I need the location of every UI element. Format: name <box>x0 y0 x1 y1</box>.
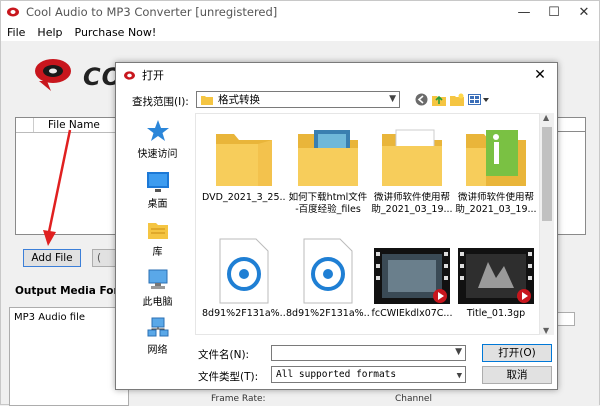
checkbox-column-header <box>16 118 34 132</box>
title-bar: Cool Audio to MP3 Converter [unregistere… <box>1 1 599 23</box>
audio-file-icon <box>303 238 353 304</box>
up-folder-button[interactable] <box>431 92 447 107</box>
close-button[interactable]: ✕ <box>569 1 599 23</box>
scrollbar-thumb[interactable] <box>542 127 552 221</box>
look-in-combo[interactable]: 格式转换 ▼ <box>196 91 400 108</box>
file-name: Title_01.3gp <box>466 308 526 319</box>
frame-rate-label: Frame Rate: <box>211 394 266 404</box>
new-folder-button[interactable] <box>449 92 465 107</box>
chevron-down-icon: ▼ <box>456 371 462 381</box>
chevron-down-icon[interactable]: ▼ <box>455 347 462 357</box>
file-name: 8d91%2F131a%... <box>202 308 286 319</box>
star-icon <box>146 120 169 141</box>
place-library[interactable]: 库 <box>120 219 195 258</box>
scroll-up-icon[interactable]: ▲ <box>543 113 549 122</box>
filename-label: 文件名(N): <box>198 349 250 361</box>
place-label: 网络 <box>147 345 168 356</box>
places-bar: 快速访问 桌面 库 此电脑 网络 <box>120 113 195 385</box>
place-label: 桌面 <box>147 199 168 210</box>
folder-icon <box>382 129 442 186</box>
filename-input[interactable]: ▼ <box>271 345 466 361</box>
chevron-down-icon: ▼ <box>389 94 396 104</box>
look-in-label: 查找范围(I): <box>132 96 189 108</box>
add-file-button[interactable]: Add File <box>23 249 81 267</box>
place-label: 库 <box>152 247 163 258</box>
minimize-icon: — <box>517 4 531 20</box>
scroll-down-icon[interactable]: ▼ <box>543 326 549 335</box>
selected-format[interactable]: MP3 Audio file <box>10 308 128 327</box>
open-button[interactable]: 打开(O) <box>482 344 552 362</box>
maximize-icon: ☐ <box>548 4 560 20</box>
open-dialog: 打开 ✕ 查找范围(I): 格式转换 ▼ 快速访问 桌面 库 此电脑 网络 DV… <box>115 62 558 390</box>
menu-file[interactable]: File <box>1 26 31 39</box>
file-name-line1: 微讲师软件使用帮 <box>373 192 450 203</box>
video-file-icon <box>374 248 450 304</box>
place-desktop[interactable]: 桌面 <box>120 171 195 210</box>
view-menu-button[interactable] <box>467 92 491 107</box>
file-item[interactable]: DVD_2021_3_25... <box>202 118 286 204</box>
file-item[interactable]: Title_01.3gp <box>454 234 538 320</box>
file-item[interactable]: 8d91%2F131a%... <box>286 234 370 320</box>
folder-icon <box>201 95 213 105</box>
close-icon: ✕ <box>534 67 546 83</box>
place-label: 此电脑 <box>142 297 173 308</box>
new-folder-icon <box>450 93 464 106</box>
menu-bar: File Help Purchase Now! <box>1 23 599 41</box>
dialog-close-button[interactable]: ✕ <box>523 63 557 87</box>
app-logo-icon <box>7 7 19 17</box>
file-item[interactable]: 如何下载html文件 -百度经验_files <box>286 118 370 216</box>
channel-label: Channel <box>395 394 432 404</box>
place-quick-access[interactable]: 快速访问 <box>120 119 195 160</box>
minimize-button[interactable]: — <box>509 1 539 23</box>
up-folder-icon <box>432 95 446 106</box>
window-title: Cool Audio to MP3 Converter [unregistere… <box>26 5 278 19</box>
file-name: fcCWIEkdlx07C... <box>371 308 453 319</box>
place-network[interactable]: 网络 <box>120 317 195 356</box>
folder-icon <box>298 130 358 186</box>
folder-icon <box>216 134 272 186</box>
file-item[interactable]: 微讲师软件使用帮 助_2021_03_19... <box>370 118 454 216</box>
place-label: 快速访问 <box>137 149 178 160</box>
file-view[interactable]: DVD_2021_3_25... 如何下载html文件 -百度经验_files … <box>195 113 540 335</box>
filetype-select[interactable]: All supported formats ▼ <box>271 366 466 383</box>
app-logo-icon <box>124 70 135 80</box>
right-column-header <box>556 117 586 132</box>
desktop-icon <box>146 172 169 192</box>
file-name-line1: 微讲师软件使用帮 <box>457 192 534 203</box>
folder-icon <box>466 130 526 186</box>
view-menu-icon <box>468 93 489 105</box>
look-in-value: 格式转换 <box>218 94 260 106</box>
network-icon <box>147 317 168 337</box>
dialog-title: 打开 <box>142 69 164 82</box>
close-icon: ✕ <box>578 4 590 20</box>
file-item[interactable]: 微讲师软件使用帮 助_2021_03_19... <box>454 118 538 216</box>
file-name-line2: 助_2021_03_19... <box>371 204 453 215</box>
video-file-icon <box>458 248 534 304</box>
right-list-area <box>556 132 586 235</box>
back-icon <box>415 93 427 106</box>
file-name-line2: -百度经验_files <box>295 204 361 215</box>
file-name: DVD_2021_3_25... <box>202 192 286 203</box>
filetype-label: 文件类型(T): <box>198 371 259 383</box>
brand-logo-icon <box>35 59 71 91</box>
vertical-scrollbar[interactable]: ▲ ▼ <box>540 113 554 335</box>
place-this-pc[interactable]: 此电脑 <box>120 269 195 308</box>
file-name-line1: 如何下载html文件 <box>288 192 368 203</box>
computer-icon <box>148 269 167 289</box>
filetype-value: All supported formats <box>276 369 397 380</box>
file-name-line2: 助_2021_03_19... <box>455 204 537 215</box>
maximize-button[interactable]: ☐ <box>539 1 569 23</box>
cancel-button[interactable]: 取消 <box>482 366 552 384</box>
right-dropdown-stub[interactable] <box>557 312 575 326</box>
dialog-title-bar: 打开 ✕ <box>116 63 557 87</box>
audio-file-icon <box>219 238 269 304</box>
file-name: 8d91%2F131a%... <box>286 308 370 319</box>
library-icon <box>147 223 168 239</box>
back-button[interactable] <box>413 92 429 107</box>
menu-purchase[interactable]: Purchase Now! <box>69 26 163 39</box>
file-item[interactable]: 8d91%2F131a%... <box>202 234 286 320</box>
output-format-list[interactable]: MP3 Audio file <box>9 307 129 406</box>
file-item[interactable]: fcCWIEkdlx07C... <box>370 234 454 320</box>
menu-help[interactable]: Help <box>31 26 68 39</box>
